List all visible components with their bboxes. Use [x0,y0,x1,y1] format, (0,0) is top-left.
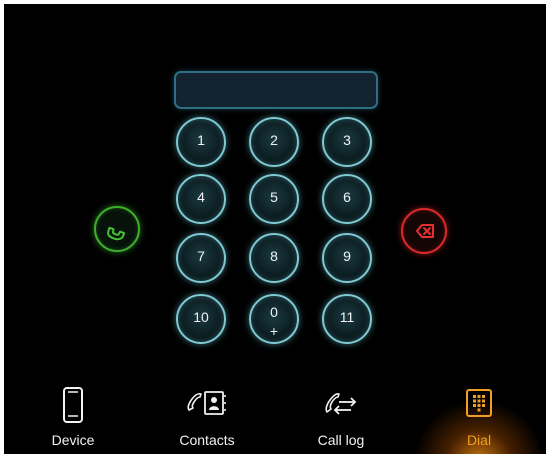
key-1[interactable]: 1 [176,117,226,167]
key-digit: 5 [270,189,278,205]
key-11[interactable]: 11 [322,294,372,344]
key-10[interactable]: 10 [176,294,226,344]
contacts-icon [183,386,231,423]
number-display[interactable] [174,71,378,109]
key-digit: 3 [343,132,351,148]
key-3[interactable]: 3 [322,117,372,167]
nav-call-log[interactable]: Call log [291,384,391,454]
key-digit: 11 [339,309,355,325]
key-digit: 2 [270,132,278,148]
nav-label: Device [51,432,95,448]
nav-device[interactable]: Device [23,384,123,454]
nav-dial[interactable]: Dial [429,384,529,454]
key-digit: 0 [270,304,278,320]
key-2[interactable]: 2 [249,117,299,167]
nav-label: Call log [317,432,365,448]
key-digit: 8 [270,248,278,264]
key-9[interactable]: 9 [322,233,372,283]
nav-label: Contacts [179,432,235,448]
key-0[interactable]: 0 + [249,294,299,344]
key-6[interactable]: 6 [322,174,372,224]
smartphone-icon [61,386,85,429]
key-digit: 1 [197,132,205,148]
key-digit: 4 [197,189,205,205]
key-digit: 10 [193,309,209,325]
delete-button[interactable] [401,208,447,254]
key-digit: 7 [197,248,205,264]
nav-contacts[interactable]: Contacts [157,384,257,454]
dialpad-icon [464,386,494,425]
call-button[interactable] [94,206,140,252]
nav-label: Dial [466,432,492,448]
key-digit: 9 [343,248,351,264]
dialer-screen: 1 2 3 4 5 6 7 8 9 10 0 + 11 Device Conta… [4,4,546,454]
key-4[interactable]: 4 [176,174,226,224]
key-7[interactable]: 7 [176,233,226,283]
key-8[interactable]: 8 [249,233,299,283]
key-plus-label: + [269,323,279,339]
call-log-icon [319,386,363,423]
key-digit: 6 [343,189,351,205]
key-5[interactable]: 5 [249,174,299,224]
